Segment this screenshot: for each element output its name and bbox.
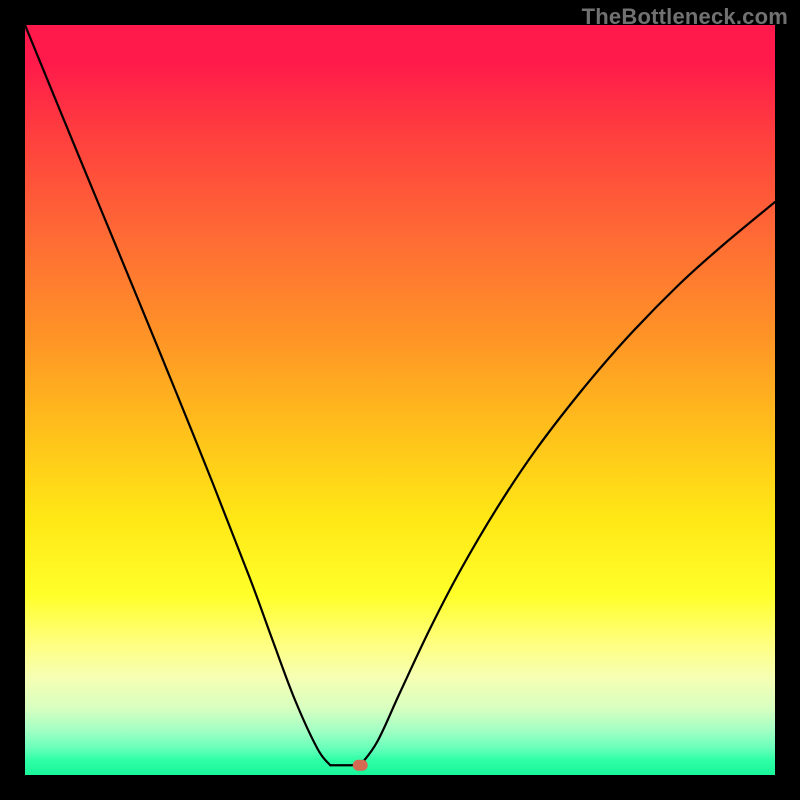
curve-right-branch [360,202,775,765]
minimum-marker [353,760,367,770]
bottleneck-curve [25,25,775,775]
attribution-watermark: TheBottleneck.com [582,4,788,30]
curve-left-branch [25,25,330,765]
plot-area [25,25,775,775]
chart-frame: TheBottleneck.com [0,0,800,800]
